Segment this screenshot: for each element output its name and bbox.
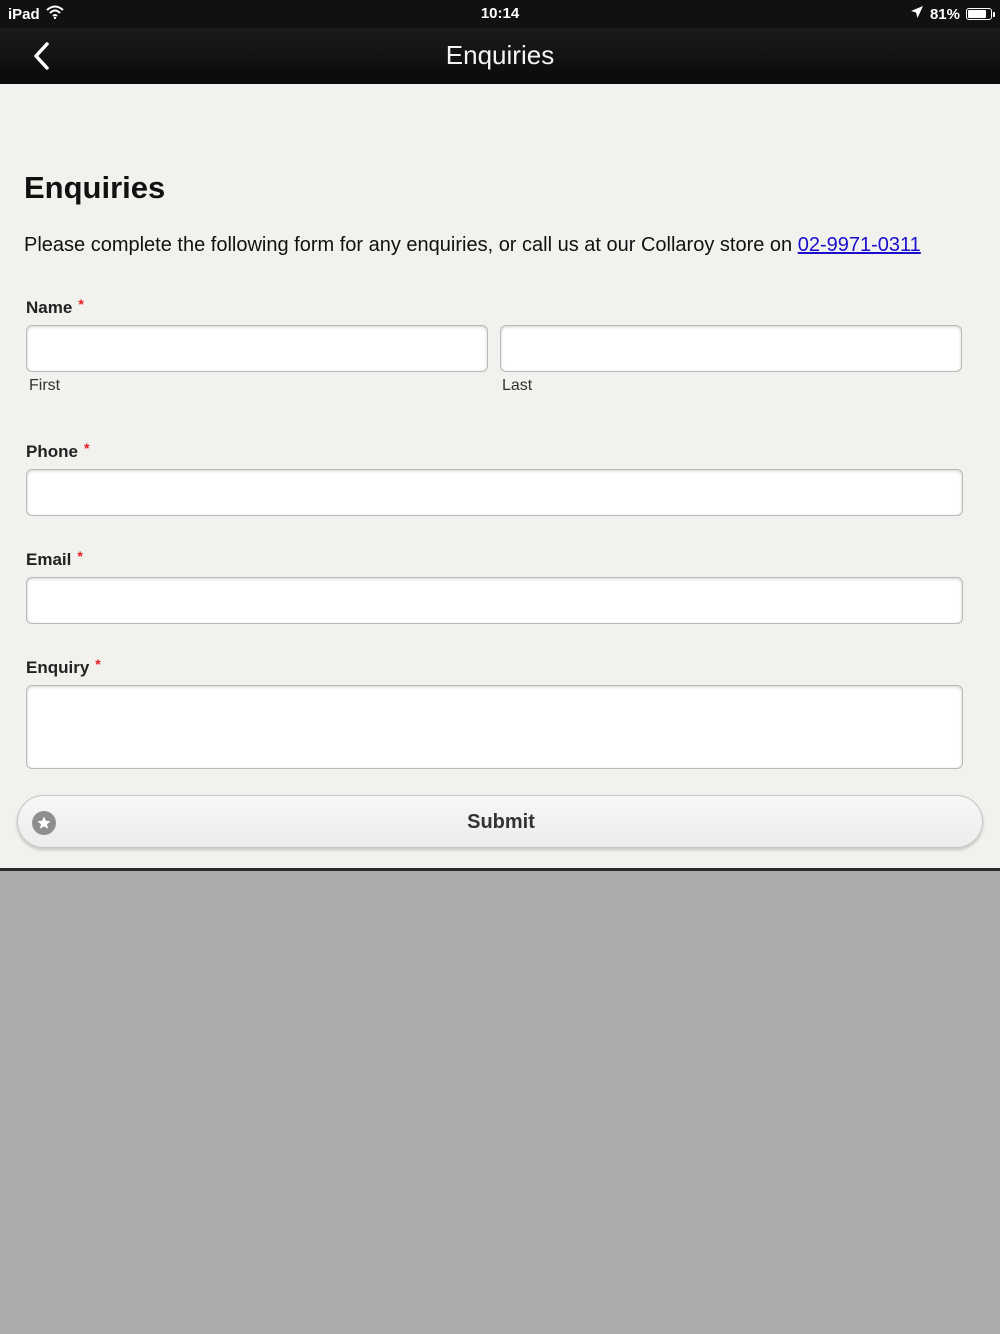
submit-button[interactable]: Submit bbox=[17, 795, 983, 848]
name-label: Name * bbox=[26, 296, 84, 318]
email-label: Email * bbox=[26, 548, 83, 570]
status-bar: iPad 10:14 81% bbox=[0, 0, 1000, 28]
last-name-sublabel: Last bbox=[502, 377, 533, 394]
nav-title: Enquiries bbox=[445, 40, 555, 70]
required-marker: * bbox=[78, 296, 84, 312]
content-divider bbox=[0, 868, 1000, 871]
phone-label-text: Phone bbox=[26, 442, 78, 461]
clock: 10:14 bbox=[480, 5, 520, 22]
required-marker: * bbox=[95, 656, 101, 672]
email-label-text: Email bbox=[26, 550, 72, 569]
page-heading: Enquiries bbox=[24, 170, 166, 205]
phone-input[interactable] bbox=[26, 469, 963, 516]
phone-link[interactable]: 02-9971-0311 bbox=[798, 234, 921, 256]
enquiry-label-text: Enquiry bbox=[26, 658, 90, 677]
battery-level bbox=[968, 10, 986, 18]
battery-percentage: 81% bbox=[929, 5, 960, 23]
battery-icon bbox=[966, 8, 995, 20]
last-name-input[interactable] bbox=[500, 325, 962, 372]
required-marker: * bbox=[77, 548, 83, 564]
name-label-text: Name bbox=[26, 298, 73, 317]
enquiry-textarea[interactable] bbox=[26, 685, 963, 769]
submit-label: Submit bbox=[467, 811, 535, 833]
navigation-bar: Enquiries bbox=[0, 28, 1000, 84]
enquiry-label: Enquiry * bbox=[26, 656, 101, 678]
phone-label: Phone * bbox=[26, 440, 89, 462]
intro-text: Please complete the following form for a… bbox=[24, 234, 984, 257]
first-name-input[interactable] bbox=[26, 325, 488, 372]
required-marker: * bbox=[83, 440, 90, 456]
intro-message: Please complete the following form for a… bbox=[24, 234, 798, 256]
status-right: 81% bbox=[910, 5, 995, 23]
page-content: Enquiries Please complete the following … bbox=[0, 84, 1000, 868]
email-input[interactable] bbox=[26, 577, 963, 624]
first-name-sublabel: First bbox=[29, 377, 61, 394]
location-arrow-icon bbox=[910, 5, 924, 23]
